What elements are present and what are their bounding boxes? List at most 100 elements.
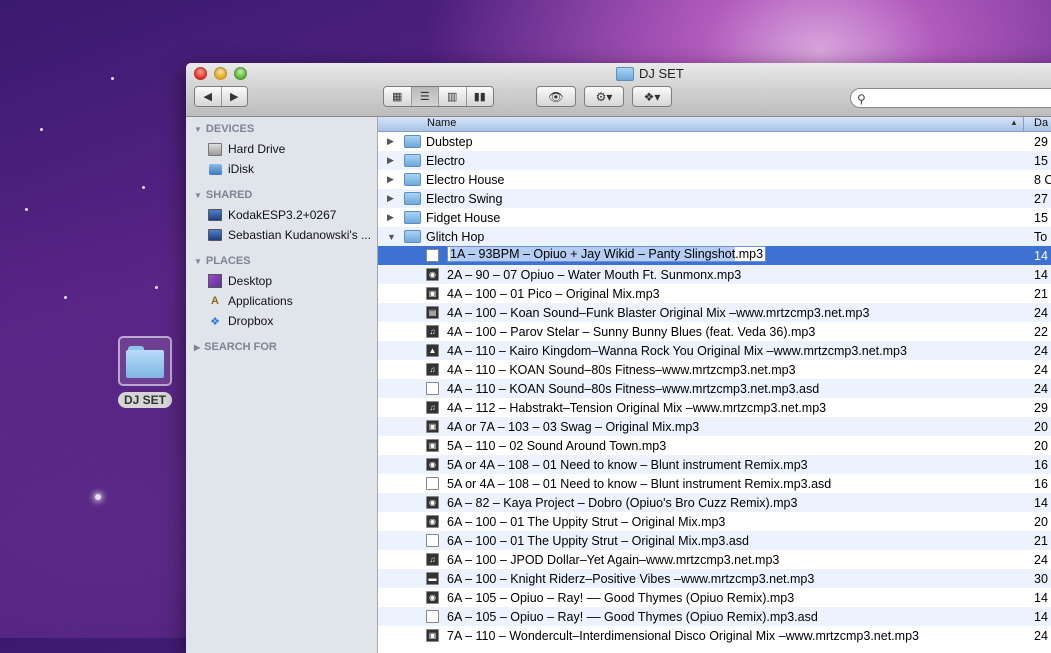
file-row[interactable]: ◉ 2A – 90 – 07 Opiuo – Water Mouth Ft. Su… — [378, 265, 1051, 284]
file-date: 24 — [1034, 381, 1048, 396]
file-row[interactable]: 6A – 105 – Opiuo – Ray! –– Good Thymes (… — [378, 607, 1051, 626]
file-row[interactable]: ▲ 4A – 110 – Kairo Kingdom–Wanna Rock You… — [378, 341, 1051, 360]
icon-view-button[interactable]: ▦ — [384, 87, 412, 106]
file-row-selected[interactable]: ◉ 1A – 93BPM – Opiuo + Jay Wikid – Panty… — [378, 246, 1051, 265]
file-row[interactable]: ▬ 6A – 100 – Knight Riderz–Positive Vibes… — [378, 569, 1051, 588]
star — [142, 186, 145, 189]
finder-window: DJ SET ◀ ▶ ▦ ☰ ▥ ▮▮ 👁 ⚙▾ ❖▾ ⚲ ▼ DEVICES H… — [186, 63, 1051, 653]
rename-field[interactable]: 1A – 93BPM – Opiuo + Jay Wikid – Panty S… — [447, 246, 767, 262]
file-row[interactable]: 6A – 100 – 01 The Uppity Strut – Origina… — [378, 531, 1051, 550]
sidebar-item-idisk[interactable]: iDisk — [186, 159, 377, 179]
file-name: 6A – 105 – Opiuo – Ray! –– Good Thymes (… — [447, 590, 795, 605]
sidebar-item-kodak[interactable]: KodakESP3.2+0267 — [186, 205, 377, 225]
file-row[interactable]: ▣ 7A – 110 – Wondercult–Interdimensional … — [378, 626, 1051, 645]
folder-row[interactable]: ▶ Electro 15 — [378, 151, 1051, 170]
column-header-date[interactable]: Da — [1034, 117, 1048, 129]
sidebar-item-dropbox[interactable]: ❖ Dropbox — [186, 311, 377, 331]
file-name: 6A – 100 – Knight Riderz–Positive Vibes … — [447, 571, 815, 586]
folder-row-expanded[interactable]: ▼ Glitch Hop To — [378, 227, 1051, 246]
file-row[interactable]: ◉ 6A – 82 – Kaya Project – Dobro (Opiuo's… — [378, 493, 1051, 512]
file-row[interactable]: ♫ 4A – 112 – Habstrakt–Tension Original M… — [378, 398, 1051, 417]
zoom-button[interactable] — [234, 67, 247, 80]
sidebar-item-applications[interactable]: A Applications — [186, 291, 377, 311]
disclosure-triangle-icon[interactable]: ▶ — [387, 193, 394, 204]
file-row[interactable]: ▣ 5A – 110 – 02 Sound Around Town.mp3 20 — [378, 436, 1051, 455]
disclosure-triangle-icon[interactable]: ▶ — [387, 136, 394, 147]
disclosure-triangle-expanded-icon[interactable]: ▼ — [387, 232, 396, 242]
view-mode-control: ▦ ☰ ▥ ▮▮ — [383, 86, 494, 107]
dropbox-icon: ❖ — [210, 315, 220, 328]
sidebar-item-desktop[interactable]: Desktop — [186, 271, 377, 291]
file-row[interactable]: ▣ 4A or 7A – 103 – 03 Swag – Original Mix… — [378, 417, 1051, 436]
file-date: 24 — [1034, 628, 1048, 643]
column-divider[interactable] — [1023, 117, 1024, 131]
sidebar-item-hard-drive[interactable]: Hard Drive — [186, 139, 377, 159]
folder-row[interactable]: ▶ Electro House 8 C — [378, 170, 1051, 189]
coverflow-view-button[interactable]: ▮▮ — [466, 87, 493, 106]
column-header-name[interactable]: Name — [427, 117, 456, 129]
desktop-folder-dj-set[interactable]: DJ SET — [113, 336, 177, 408]
forward-button[interactable]: ▶ — [221, 87, 247, 106]
search-field[interactable]: ⚲ — [850, 88, 1051, 108]
folder-icon — [404, 230, 421, 243]
file-row[interactable]: ♫ 4A – 110 – KOAN Sound–80s Fitness–www.m… — [378, 360, 1051, 379]
window-title: DJ SET — [616, 66, 684, 81]
window-title-text: DJ SET — [639, 66, 684, 81]
audio-file-icon: ◉ — [426, 515, 439, 528]
quick-look-button[interactable]: 👁 — [536, 86, 576, 107]
applications-icon: A — [211, 295, 219, 307]
column-header: Name ▲ Da — [378, 117, 1051, 132]
desktop-folder-label: DJ SET — [117, 392, 172, 408]
audio-file-icon: ▤ — [426, 306, 439, 319]
sidebar-section-places[interactable]: ▼ PLACES — [186, 251, 377, 271]
file-date: 24 — [1034, 343, 1048, 358]
file-row[interactable]: ♫ 6A – 100 – JPOD Dollar–Yet Again–www.mr… — [378, 550, 1051, 569]
folder-row[interactable]: ▶ Dubstep 29 — [378, 132, 1051, 151]
audio-file-icon: ◉ — [426, 268, 439, 281]
file-row[interactable]: 5A or 4A – 108 – 01 Need to know – Blunt… — [378, 474, 1051, 493]
folder-row[interactable]: ▶ Electro Swing 27 — [378, 189, 1051, 208]
close-button[interactable] — [194, 67, 207, 80]
file-date: 24 — [1034, 305, 1048, 320]
disclosure-triangle-icon[interactable]: ▶ — [387, 174, 394, 185]
file-list: Name ▲ Da ▶ Dubstep 29 ▶ Electro 15 ▶ Electro… — [378, 117, 1051, 653]
action-menu-button[interactable]: ⚙▾ — [584, 86, 624, 107]
back-button[interactable]: ◀ — [195, 87, 222, 106]
file-date: 16 — [1034, 476, 1048, 491]
folder-row[interactable]: ▶ Fidget House 15 — [378, 208, 1051, 227]
column-view-button[interactable]: ▥ — [439, 87, 467, 106]
file-date: 20 — [1034, 438, 1048, 453]
disclosure-triangle-icon[interactable]: ▶ — [387, 155, 394, 166]
file-name: 6A – 100 – JPOD Dollar–Yet Again–www.mrt… — [447, 552, 780, 567]
sidebar-section-search-for[interactable]: ▶ SEARCH FOR — [186, 337, 377, 357]
file-name: 6A – 105 – Opiuo – Ray! –– Good Thymes (… — [447, 609, 818, 624]
folder-icon — [404, 173, 421, 186]
file-date: 14 — [1034, 267, 1048, 282]
sidebar-section-devices[interactable]: ▼ DEVICES — [186, 119, 377, 139]
minimize-button[interactable] — [214, 67, 227, 80]
file-name: 6A – 100 – 01 The Uppity Strut – Origina… — [447, 514, 726, 529]
sidebar-item-sebastian[interactable]: Sebastian Kudanowski's ... — [186, 225, 377, 245]
file-name: 6A – 82 – Kaya Project – Dobro (Opiuo's … — [447, 495, 798, 510]
dropbox-menu-button[interactable]: ❖▾ — [632, 86, 672, 107]
search-icon: ⚲ — [857, 92, 866, 106]
file-row[interactable]: 4A – 110 – KOAN Sound–80s Fitness–www.mr… — [378, 379, 1051, 398]
file-row[interactable]: ▣ 4A – 100 – 01 Pico – Original Mix.mp3 21 — [378, 284, 1051, 303]
star — [64, 296, 67, 299]
file-name: 4A – 112 – Habstrakt–Tension Original Mi… — [447, 400, 827, 415]
sidebar-section-shared[interactable]: ▼ SHARED — [186, 185, 377, 205]
folder-icon — [404, 192, 421, 205]
disclosure-triangle-icon[interactable]: ▶ — [387, 212, 394, 223]
file-row[interactable]: ◉ 6A – 105 – Opiuo – Ray! –– Good Thymes … — [378, 588, 1051, 607]
file-row[interactable]: ▤ 4A – 100 – Koan Sound–Funk Blaster Orig… — [378, 303, 1051, 322]
list-view-button[interactable]: ☰ — [411, 87, 439, 106]
audio-file-icon: ◉ — [426, 591, 439, 604]
file-row[interactable]: ◉ 5A or 4A – 108 – 01 Need to know – Blun… — [378, 455, 1051, 474]
file-row[interactable]: ◉ 6A – 100 – 01 The Uppity Strut – Origin… — [378, 512, 1051, 531]
folder-icon — [404, 211, 421, 224]
file-name: 6A – 100 – 01 The Uppity Strut – Origina… — [447, 533, 750, 548]
file-row[interactable]: ♫ 4A – 100 – Parov Stelar – Sunny Bunny B… — [378, 322, 1051, 341]
document-file-icon — [426, 477, 439, 490]
audio-file-icon: ▣ — [426, 439, 439, 452]
dropbox-icon: ❖▾ — [643, 89, 661, 104]
